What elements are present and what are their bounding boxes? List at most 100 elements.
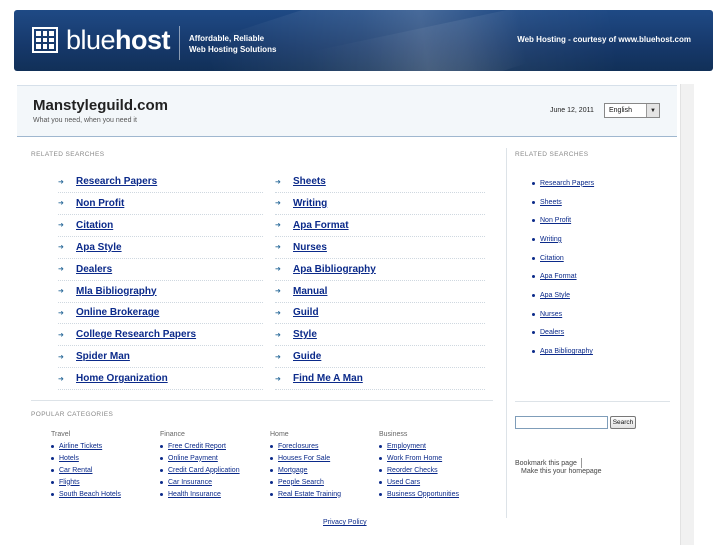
category-item[interactable]: Health Insurance bbox=[160, 488, 265, 500]
related-search-link[interactable]: Sheets bbox=[293, 176, 326, 187]
related-search-item[interactable]: ➜ Spider Man bbox=[58, 346, 263, 369]
bluehost-banner[interactable]: bluehost Affordable, Reliable Web Hostin… bbox=[14, 10, 713, 71]
side-related-link[interactable]: Dealers bbox=[540, 329, 564, 336]
category-link[interactable]: Employment bbox=[387, 443, 426, 450]
related-search-item[interactable]: ➜ Dealers bbox=[58, 259, 263, 281]
side-related-link[interactable]: Research Papers bbox=[540, 180, 594, 187]
related-search-link[interactable]: Apa Format bbox=[293, 220, 349, 231]
related-search-item[interactable]: ➜ Sheets bbox=[275, 171, 485, 193]
side-related-item[interactable]: Dealers bbox=[532, 324, 594, 343]
category-item[interactable]: Free Credit Report bbox=[160, 440, 265, 452]
category-item[interactable]: Business Opportunities bbox=[379, 488, 484, 500]
category-link[interactable]: People Search bbox=[278, 479, 324, 486]
category-item[interactable]: Flights bbox=[51, 476, 156, 488]
side-related-link[interactable]: Sheets bbox=[540, 199, 562, 206]
related-search-link[interactable]: Research Papers bbox=[76, 176, 157, 187]
category-link[interactable]: Airline Tickets bbox=[59, 443, 102, 450]
related-search-item[interactable]: ➜ Nurses bbox=[275, 237, 485, 259]
related-search-link[interactable]: Online Brokerage bbox=[76, 307, 159, 318]
category-item[interactable]: People Search bbox=[270, 476, 375, 488]
category-link[interactable]: South Beach Hotels bbox=[59, 491, 121, 498]
category-item[interactable]: Real Estate Training bbox=[270, 488, 375, 500]
category-link[interactable]: Car Insurance bbox=[168, 479, 212, 486]
related-search-item[interactable]: ➜ Guide bbox=[275, 346, 485, 369]
bluehost-logo[interactable]: bluehost bbox=[32, 26, 171, 54]
side-related-item[interactable]: Apa Format bbox=[532, 267, 594, 286]
category-link[interactable]: Real Estate Training bbox=[278, 491, 341, 498]
related-search-link[interactable]: Find Me A Man bbox=[293, 373, 363, 384]
side-related-item[interactable]: Research Papers bbox=[532, 174, 594, 193]
side-related-item[interactable]: Writing bbox=[532, 230, 594, 249]
related-search-link[interactable]: Citation bbox=[76, 220, 113, 231]
related-search-link[interactable]: Dealers bbox=[76, 264, 112, 275]
side-related-item[interactable]: Non Profit bbox=[532, 211, 594, 230]
side-related-link[interactable]: Apa Format bbox=[540, 273, 577, 280]
related-search-item[interactable]: ➜ Home Organization bbox=[58, 368, 263, 391]
page-scrollbar[interactable] bbox=[680, 84, 694, 545]
category-link[interactable]: Car Rental bbox=[59, 467, 92, 474]
category-item[interactable]: Online Payment bbox=[160, 452, 265, 464]
category-item[interactable]: Foreclosures bbox=[270, 440, 375, 452]
related-search-item[interactable]: ➜ Non Profit bbox=[58, 193, 263, 215]
category-link[interactable]: Flights bbox=[59, 479, 80, 486]
related-search-link[interactable]: Non Profit bbox=[76, 198, 124, 209]
chevron-down-icon[interactable]: ▼ bbox=[646, 104, 659, 117]
related-search-item[interactable]: ➜ Apa Style bbox=[58, 237, 263, 259]
category-link[interactable]: Used Cars bbox=[387, 479, 420, 486]
side-related-link[interactable]: Citation bbox=[540, 255, 564, 262]
bookmark-link[interactable]: Bookmark this page bbox=[515, 458, 582, 468]
category-item[interactable]: Work From Home bbox=[379, 452, 484, 464]
related-search-item[interactable]: ➜ Online Brokerage bbox=[58, 302, 263, 325]
related-search-item[interactable]: ➜ Find Me A Man bbox=[275, 368, 485, 391]
side-related-link[interactable]: Writing bbox=[540, 236, 562, 243]
related-search-item[interactable]: ➜ Apa Bibliography bbox=[275, 259, 485, 281]
related-search-link[interactable]: Spider Man bbox=[76, 351, 130, 362]
related-search-link[interactable]: Apa Bibliography bbox=[293, 264, 376, 275]
category-item[interactable]: South Beach Hotels bbox=[51, 488, 156, 500]
related-search-item[interactable]: ➜ Style bbox=[275, 324, 485, 347]
side-related-link[interactable]: Apa Style bbox=[540, 292, 570, 299]
category-item[interactable]: Car Insurance bbox=[160, 476, 265, 488]
category-item[interactable]: Used Cars bbox=[379, 476, 484, 488]
category-link[interactable]: Credit Card Application bbox=[168, 467, 240, 474]
privacy-policy-link[interactable]: Privacy Policy bbox=[323, 519, 367, 526]
related-search-item[interactable]: ➜ Guild bbox=[275, 302, 485, 325]
related-search-link[interactable]: Apa Style bbox=[76, 242, 122, 253]
category-item[interactable]: Reorder Checks bbox=[379, 464, 484, 476]
make-homepage-link[interactable]: Make this your homepage bbox=[521, 468, 602, 475]
related-search-link[interactable]: College Research Papers bbox=[76, 329, 196, 340]
category-link[interactable]: Health Insurance bbox=[168, 491, 221, 498]
related-search-item[interactable]: ➜ Research Papers bbox=[58, 171, 263, 193]
related-search-link[interactable]: Manual bbox=[293, 286, 327, 297]
category-link[interactable]: Free Credit Report bbox=[168, 443, 226, 450]
related-search-item[interactable]: ➜ Manual bbox=[275, 281, 485, 303]
side-related-link[interactable]: Nurses bbox=[540, 311, 562, 318]
side-related-link[interactable]: Non Profit bbox=[540, 217, 571, 224]
category-item[interactable]: Airline Tickets bbox=[51, 440, 156, 452]
language-select[interactable]: English ▼ bbox=[604, 103, 660, 118]
search-input[interactable] bbox=[515, 416, 608, 429]
side-related-item[interactable]: Citation bbox=[532, 249, 594, 268]
category-link[interactable]: Reorder Checks bbox=[387, 467, 438, 474]
category-item[interactable]: Credit Card Application bbox=[160, 464, 265, 476]
related-search-link[interactable]: Mla Bibliography bbox=[76, 286, 157, 297]
related-search-item[interactable]: ➜ Writing bbox=[275, 193, 485, 215]
related-search-link[interactable]: Writing bbox=[293, 198, 327, 209]
side-related-item[interactable]: Sheets bbox=[532, 193, 594, 212]
side-related-item[interactable]: Apa Bibliography bbox=[532, 342, 594, 361]
related-search-item[interactable]: ➜ Mla Bibliography bbox=[58, 281, 263, 303]
related-search-item[interactable]: ➜ Citation bbox=[58, 215, 263, 237]
category-link[interactable]: Work From Home bbox=[387, 455, 442, 462]
category-item[interactable]: Houses For Sale bbox=[270, 452, 375, 464]
category-link[interactable]: Hotels bbox=[59, 455, 79, 462]
search-button[interactable]: Search bbox=[610, 416, 636, 429]
related-search-link[interactable]: Guild bbox=[293, 307, 319, 318]
category-link[interactable]: Foreclosures bbox=[278, 443, 318, 450]
category-link[interactable]: Houses For Sale bbox=[278, 455, 330, 462]
related-search-link[interactable]: Home Organization bbox=[76, 373, 168, 384]
side-related-item[interactable]: Nurses bbox=[532, 305, 594, 324]
category-link[interactable]: Mortgage bbox=[278, 467, 308, 474]
category-item[interactable]: Mortgage bbox=[270, 464, 375, 476]
category-item[interactable]: Car Rental bbox=[51, 464, 156, 476]
related-search-item[interactable]: ➜ College Research Papers bbox=[58, 324, 263, 347]
